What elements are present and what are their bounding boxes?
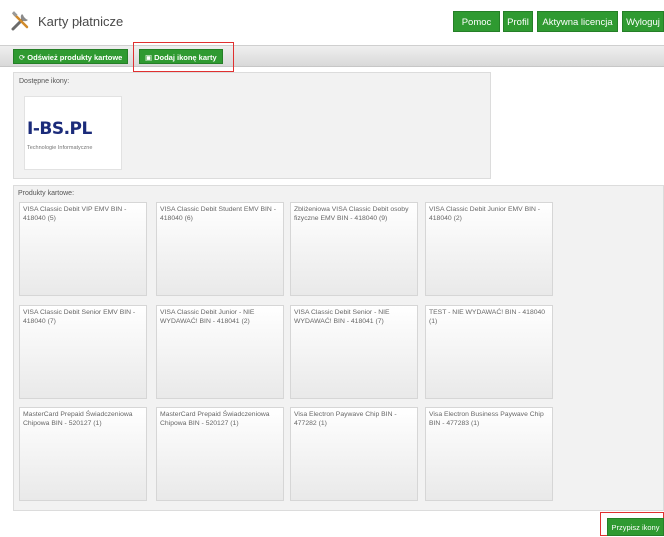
refresh-icon: ⟳: [19, 53, 26, 62]
help-button[interactable]: Pomoc: [453, 11, 500, 32]
product-card[interactable]: VISA Classic Debit VIP EMV BIN - 418040 …: [19, 202, 147, 296]
product-card[interactable]: VISA Classic Debit Student EMV BIN - 418…: [156, 202, 284, 296]
page-title: Karty płatnicze: [38, 14, 124, 29]
highlight-box: [133, 42, 234, 72]
toolbar: ⟳ Odśwież produkty kartowe ▣ Dodaj ikonę k…: [0, 45, 664, 67]
product-card[interactable]: VISA Classic Debit Junior - NIE WYDAWAĆ!…: [156, 305, 284, 399]
logo-text: I-BS.PL: [27, 119, 92, 139]
product-card[interactable]: Zbliżeniowa VISA Classic Debit osoby fiz…: [290, 202, 418, 296]
product-card[interactable]: MasterCard Prepaid Świadczeniowa Chipowa…: [156, 407, 284, 501]
refresh-products-button[interactable]: ⟳ Odśwież produkty kartowe: [13, 49, 129, 64]
license-button[interactable]: Aktywna licencja: [537, 11, 618, 32]
product-card[interactable]: VISA Classic Debit Senior - NIE WYDAWAĆ!…: [290, 305, 418, 399]
header: Karty płatnicze Pomoc Profil Aktywna lic…: [0, 0, 664, 42]
product-card[interactable]: TEST - NIE WYDAWAĆ! BIN - 418040 (1): [425, 305, 553, 399]
product-card[interactable]: Visa Electron Paywave Chip BIN - 477282 …: [290, 407, 418, 501]
product-card[interactable]: Visa Electron Business Paywave Chip BIN …: [425, 407, 553, 501]
logout-button[interactable]: Wyloguj: [622, 11, 664, 32]
tools-icon: [11, 11, 29, 31]
card-icon-thumbnail[interactable]: I-BS.PL Technologie Informatyczne: [24, 96, 122, 170]
product-card[interactable]: MasterCard Prepaid Świadczeniowa Chipowa…: [19, 407, 147, 501]
product-card[interactable]: VISA Classic Debit Junior EMV BIN - 4180…: [425, 202, 553, 296]
products-panel-label: Produkty kartowe:: [18, 190, 75, 197]
assign-icons-button[interactable]: Przypisz ikony: [607, 518, 664, 536]
profile-button[interactable]: Profil: [503, 11, 533, 32]
logo-subtitle: Technologie Informatyczne: [27, 145, 93, 151]
icons-panel-label: Dostępne ikony:: [19, 78, 70, 85]
product-card[interactable]: VISA Classic Debit Senior EMV BIN - 4180…: [19, 305, 147, 399]
